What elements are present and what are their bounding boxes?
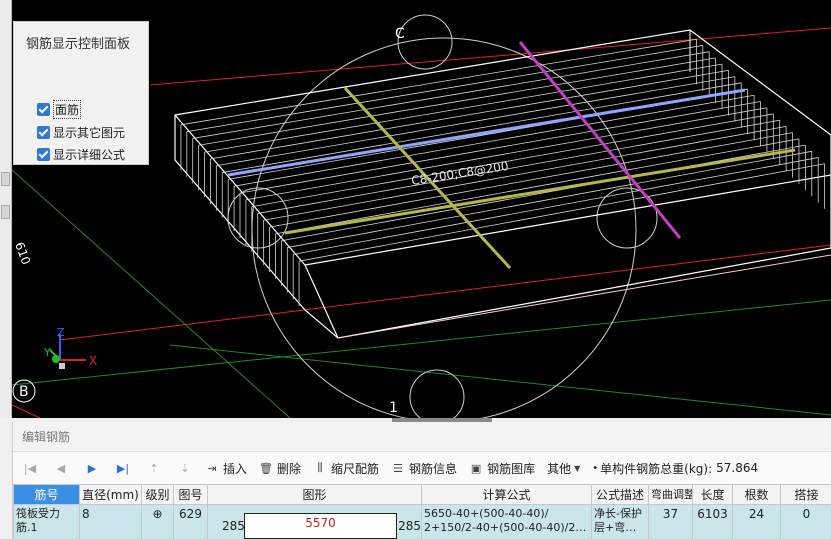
left-side-strip <box>0 0 12 418</box>
checkbox-label: 面筋 <box>53 99 82 119</box>
rebar-magenta[interactable] <box>518 41 682 239</box>
rebar-library-button[interactable]: ▣ 钢筋图库 <box>469 460 535 477</box>
col-header-bend-adjust[interactable]: 弯曲调整 <box>648 484 693 505</box>
checkbox-show-detail-formula[interactable]: 显示详细公式 <box>37 145 125 163</box>
cell-diameter[interactable]: 8 <box>79 504 142 539</box>
col-header-figure-no[interactable]: 图号 <box>173 484 208 505</box>
scale-rebar-button[interactable]: ⫼ 缩尺配筋 <box>313 460 380 477</box>
first-record-icon[interactable]: |◀ <box>19 458 41 478</box>
slab-front-corner <box>304 264 339 339</box>
rebar-annotation[interactable]: C8-200;C8@200 <box>410 159 509 188</box>
cell-lap[interactable]: 0 <box>780 504 831 539</box>
axis-line-red <box>11 404 41 418</box>
axis-label-c: C <box>395 26 405 42</box>
move-up-icon[interactable]: ⇡ <box>143 458 165 478</box>
axis-line-green <box>11 299 831 386</box>
shape-left-value[interactable]: 285 <box>222 519 245 533</box>
grid-circle <box>409 369 465 418</box>
trash-icon: 🗑 <box>259 461 273 475</box>
editor-toolbar: |◀ ◀ ▶ ▶| ⇡ ⇣ ⇥ 插入 🗑 删除 ⫼ 缩尺配筋 ☰ 钢筋信息 ▣ 钢筋图库 … <box>13 452 831 484</box>
gizmo-label-z: Z <box>57 326 65 339</box>
cell-formula-desc[interactable]: 净长-保护 层+弯… <box>591 504 649 539</box>
checkbox-icon[interactable] <box>37 147 50 161</box>
col-header-grade[interactable]: 级别 <box>141 484 174 505</box>
col-header-formula-desc[interactable]: 公式描述 <box>591 484 649 505</box>
axis-label-b: B <box>19 384 29 400</box>
col-header-shape[interactable]: 图形 <box>207 484 422 505</box>
col-header-bar-no[interactable]: 筋号 <box>13 484 80 505</box>
library-icon: ▣ <box>470 461 482 475</box>
panel-title: 钢筋显示控制面板 <box>26 37 131 52</box>
next-record-icon[interactable]: ▶ <box>81 458 103 478</box>
cell-shape[interactable]: 285 5570 285 <box>207 504 422 539</box>
shape-right-value[interactable]: 285 <box>398 519 420 533</box>
col-header-lap[interactable]: 搭接 <box>780 484 831 505</box>
slab-rebar-line <box>287 150 812 248</box>
gizmo-origin <box>52 355 60 363</box>
col-header-length[interactable]: 长度 <box>692 484 733 505</box>
last-record-icon[interactable]: ▶| <box>112 458 134 478</box>
ruler-icon: ⫼ <box>317 461 323 474</box>
gizmo-label-x: X <box>89 354 97 368</box>
slab-rebar-line <box>222 82 742 173</box>
rebar-yellow[interactable] <box>284 148 796 235</box>
cell-bend-adjust[interactable]: 37 <box>648 504 693 539</box>
table-row[interactable]: 筏板受力筋.1 8 ⊕ 629 285 5570 285 5650-40+(50… <box>13 504 831 539</box>
app-window: C8-200;C8@200 C 1 B 610 Z X Y 钢筋显示控制面板 面… <box>0 0 831 539</box>
slab-rebar-line <box>269 132 793 228</box>
table-header-row: 筋号 直径(mm) 级别 图号 图形 计算公式 公式描述 弯曲调整 长度 根数 … <box>13 484 831 505</box>
axis-label-610: 610 <box>12 240 33 266</box>
cell-length[interactable]: 6103 <box>692 504 733 539</box>
gizmo-cube <box>59 363 65 369</box>
strip-tab[interactable] <box>1 172 10 186</box>
delete-button[interactable]: 🗑 删除 <box>259 460 301 477</box>
move-down-icon[interactable]: ⇣ <box>174 458 196 478</box>
checkbox-icon[interactable] <box>37 125 50 139</box>
checkbox-face-rebar[interactable]: 面筋 <box>37 99 82 119</box>
cell-grade[interactable]: ⊕ <box>141 504 174 539</box>
slab-rebar-line <box>293 157 819 255</box>
info-list-icon: ☰ <box>393 461 403 475</box>
axis-line-green <box>169 344 831 416</box>
chevron-down-icon: ▼ <box>574 463 581 473</box>
insert-button[interactable]: ⇥ 插入 <box>205 460 247 477</box>
total-weight-label: 单构件钢筋总重(kg): <box>600 461 713 476</box>
rebar-table: 筋号 直径(mm) 级别 图号 图形 计算公式 公式描述 弯曲调整 长度 根数 … <box>13 484 831 539</box>
rebar-editor-panel: 编辑钢筋 |◀ ◀ ▶ ▶| ⇡ ⇣ ⇥ 插入 🗑 删除 ⫼ 缩尺配筋 ☰ 钢筋信息 ▣… <box>12 422 831 539</box>
checkbox-icon[interactable] <box>37 102 50 116</box>
shape-figure: 285 5570 285 <box>209 506 421 539</box>
other-dropdown[interactable]: 其他 ▼ <box>547 460 580 477</box>
gizmo-label-y: Y <box>43 346 51 359</box>
col-header-formula[interactable]: 计算公式 <box>421 484 592 505</box>
editor-section-title: 编辑钢筋 <box>13 422 831 452</box>
slab-rebar-line <box>257 119 780 214</box>
shape-mid-value[interactable]: 5570 <box>245 516 396 530</box>
insert-icon: ⇥ <box>207 461 217 475</box>
strip-tab[interactable] <box>1 205 10 219</box>
checkbox-show-other-elements[interactable]: 显示其它图元 <box>37 123 125 141</box>
shape-box: 5570 <box>244 513 397 539</box>
cell-figure-no[interactable]: 629 <box>173 504 208 539</box>
cell-count[interactable]: 24 <box>732 504 781 539</box>
total-weight-value: 57.864 <box>716 461 759 475</box>
cell-formula[interactable]: 5650-40+(500-40-40)/ 2+150/2-40+(500-40-… <box>421 504 592 539</box>
total-weight-bullet-icon: • <box>592 462 599 474</box>
checkbox-label: 显示其它图元 <box>53 125 126 140</box>
rebar-info-button[interactable]: ☰ 钢筋信息 <box>391 460 457 477</box>
cell-bar-no[interactable]: 筏板受力筋.1 <box>13 504 80 539</box>
prev-record-icon[interactable]: ◀ <box>50 458 72 478</box>
axis-label-1: 1 <box>389 400 398 416</box>
checkbox-label: 显示详细公式 <box>53 147 126 162</box>
slab-rebar-line <box>245 107 767 201</box>
slab-rebar-line <box>239 101 761 194</box>
slab-rebar-line <box>299 163 825 262</box>
slab-outline <box>174 29 831 339</box>
rebar-display-control-panel: 钢筋显示控制面板 面筋 显示其它图元 显示详细公式 <box>13 21 149 165</box>
slab-rebar-line <box>263 126 787 221</box>
col-header-diameter[interactable]: 直径(mm) <box>79 484 142 505</box>
col-header-count[interactable]: 根数 <box>732 484 781 505</box>
axis-line-red <box>59 244 831 341</box>
